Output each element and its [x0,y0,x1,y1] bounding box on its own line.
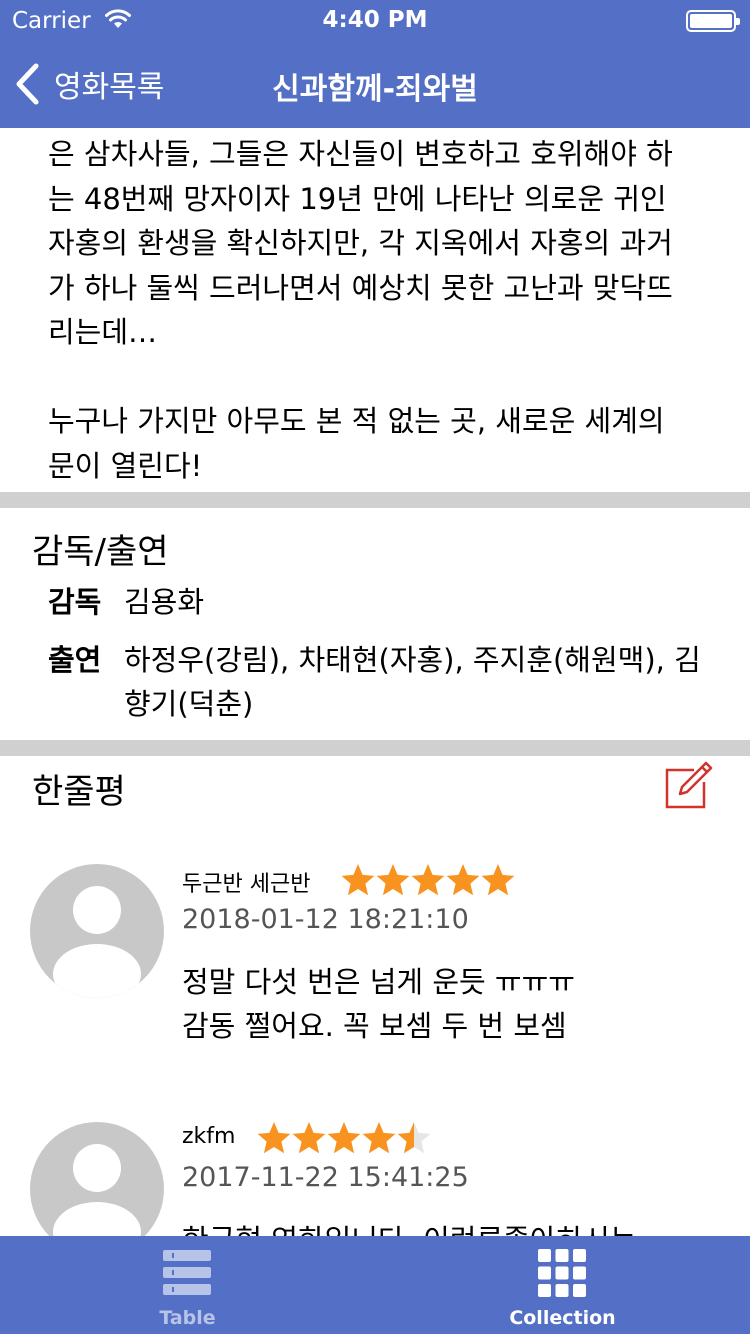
synopsis-line: 리는데… [48,315,158,349]
synopsis-line: 가 하나 둘씩 드러나면서 예상치 못한 고난과 맞닥뜨 [48,270,673,305]
review-text: 정말 다섯 번은 넘게 운듯 ㅠㅠㅠ 감동 쩔어요. 꼭 보셈 두 번 보셈 [182,965,575,1043]
review-date: 2018-01-12 18:21:10 [182,904,469,935]
synopsis-line: 은 삼차사들, 그들은 자신들이 변호하고 호위해야 하 [48,137,673,171]
cast-section-title: 감독/출연 [32,532,169,572]
tab-label: Collection [509,1307,616,1329]
director-value: 김용화 [124,585,205,619]
star-icon [327,1122,361,1154]
navigation-bar: Carrier 4:40 PM 영화목록 신과함께-죄와벌 [0,0,750,128]
star-icon [292,1122,326,1154]
star-icon [446,864,480,896]
star-icon [411,864,445,896]
actors-value: 하정우(강림), 차태현(자홍), 주지훈(해원맥), 김향기(덕춘) [124,643,701,721]
rating-stars [340,862,515,898]
person-icon [53,1144,141,1236]
movie-detail-scroll[interactable]: 은 삼차사들, 그들은 자신들이 변호하고 호위해야 하 는 48번째 망자이자… [0,128,750,1236]
star-icon [362,1122,396,1154]
reviews-section-title: 한줄평 [32,772,126,812]
tab-collection[interactable]: Collection [375,1236,750,1334]
tab-bar: Table Collection [0,1236,750,1334]
status-time: 4:40 PM [322,7,428,33]
review-text: 한국형 영화입니다. 이런류좋아하시는 [182,1218,722,1236]
synopsis-text: 은 삼차사들, 그들은 자신들이 변호하고 호위해야 하 는 48번째 망자이자… [0,132,750,496]
battery-icon [686,10,740,32]
review-username: 두근반 세근반 [182,872,311,897]
section-divider [0,740,750,756]
review-date: 2017-11-22 15:41:25 [182,1162,469,1193]
person-icon [53,886,141,998]
synopsis-line: 는 48번째 망자이자 19년 만에 나타난 의로운 귀인 [48,181,667,216]
synopsis-line: 누구나 가지만 아무도 본 적 없는 곳, 새로운 세계의 [48,404,665,438]
page-title: 신과함께-죄와벌 [272,72,478,107]
star-icon [376,864,410,896]
rating-stars [256,1120,431,1156]
director-key: 감독 [48,585,102,619]
avatar [30,864,164,998]
synopsis-line: 문이 열린다! [48,448,203,483]
status-bar: Carrier 4:40 PM [0,0,750,40]
section-divider [0,492,750,508]
review-username: zkfm [182,1124,236,1149]
grid-icon [538,1249,586,1297]
list-icon [163,1250,211,1295]
actors-row: 출연 하정우(강림), 차태현(자홍), 주지훈(해원맥), 김향기(덕춘) [48,638,724,726]
star-icon [481,864,515,896]
tab-label: Table [159,1307,216,1329]
star-icon [257,1122,291,1154]
synopsis-line: 자홍의 환생을 확신하지만, 각 지옥에서 자홍의 과거 [48,226,673,260]
actors-key: 출연 [48,643,102,677]
write-review-icon[interactable] [664,760,714,810]
avatar [30,1122,164,1236]
tab-table[interactable]: Table [0,1236,375,1334]
star-icon [397,1122,431,1154]
star-icon [341,864,375,896]
director-row: 감독 김용화 [48,580,724,624]
